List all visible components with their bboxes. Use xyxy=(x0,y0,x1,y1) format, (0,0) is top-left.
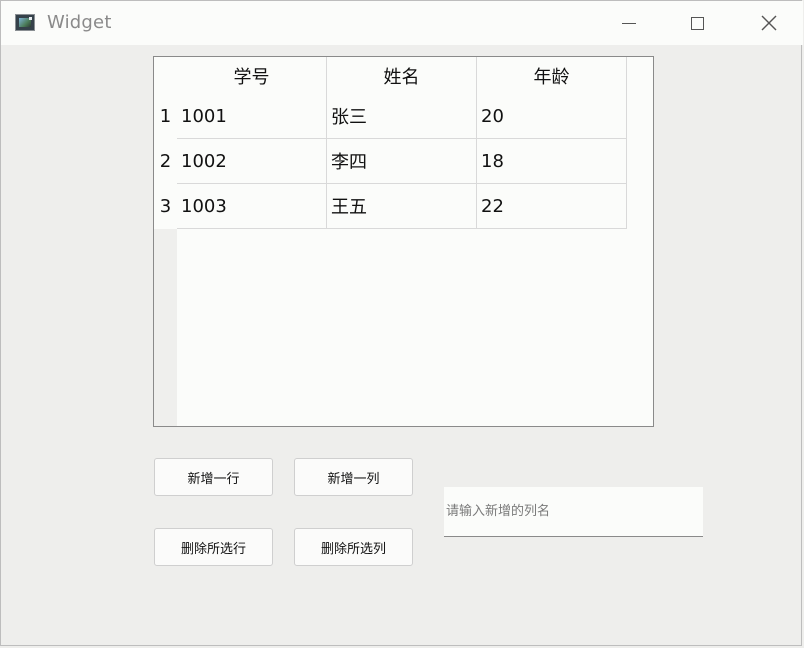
maximize-button[interactable] xyxy=(667,1,727,45)
add-column-button[interactable]: 新增一列 xyxy=(294,458,413,496)
table-cell[interactable]: 18 xyxy=(477,139,627,184)
table-cell[interactable]: 20 xyxy=(477,94,627,139)
delete-selected-rows-button[interactable]: 删除所选行 xyxy=(154,528,273,566)
student-table[interactable]: 学号 姓名 年龄 1 2 3 1001 张三 20 1002 李四 18 100… xyxy=(153,56,654,427)
delete-selected-columns-button[interactable]: 删除所选列 xyxy=(294,528,413,566)
row-header[interactable]: 3 xyxy=(154,184,177,229)
minimize-icon xyxy=(622,22,636,24)
column-header-id[interactable]: 学号 xyxy=(177,57,327,94)
row-header-empty-area xyxy=(154,229,177,426)
row-header[interactable]: 1 xyxy=(154,94,177,139)
new-column-name-input[interactable] xyxy=(444,487,703,537)
table-cell[interactable]: 王五 xyxy=(327,184,477,229)
minimize-button[interactable] xyxy=(599,1,659,45)
table-cell[interactable]: 1003 xyxy=(177,184,327,229)
add-row-button[interactable]: 新增一行 xyxy=(154,458,273,496)
table-cell[interactable]: 22 xyxy=(477,184,627,229)
row-header[interactable]: 2 xyxy=(154,139,177,184)
column-header-name[interactable]: 姓名 xyxy=(327,57,477,94)
table-cell[interactable]: 1001 xyxy=(177,94,327,139)
close-button[interactable] xyxy=(739,1,799,45)
column-header-age[interactable]: 年龄 xyxy=(477,57,627,94)
window-title: Widget xyxy=(47,12,112,33)
table-cell[interactable]: 1002 xyxy=(177,139,327,184)
title-bar[interactable]: Widget xyxy=(1,1,803,45)
close-icon xyxy=(761,15,777,31)
table-cell[interactable]: 李四 xyxy=(327,139,477,184)
app-icon xyxy=(15,14,35,31)
table-corner-button[interactable] xyxy=(154,57,177,94)
table-cell[interactable]: 张三 xyxy=(327,94,477,139)
maximize-icon xyxy=(690,16,704,30)
app-window: Widget 学号 姓名 年龄 1 2 3 1001 张三 20 1002 李四… xyxy=(0,0,803,646)
